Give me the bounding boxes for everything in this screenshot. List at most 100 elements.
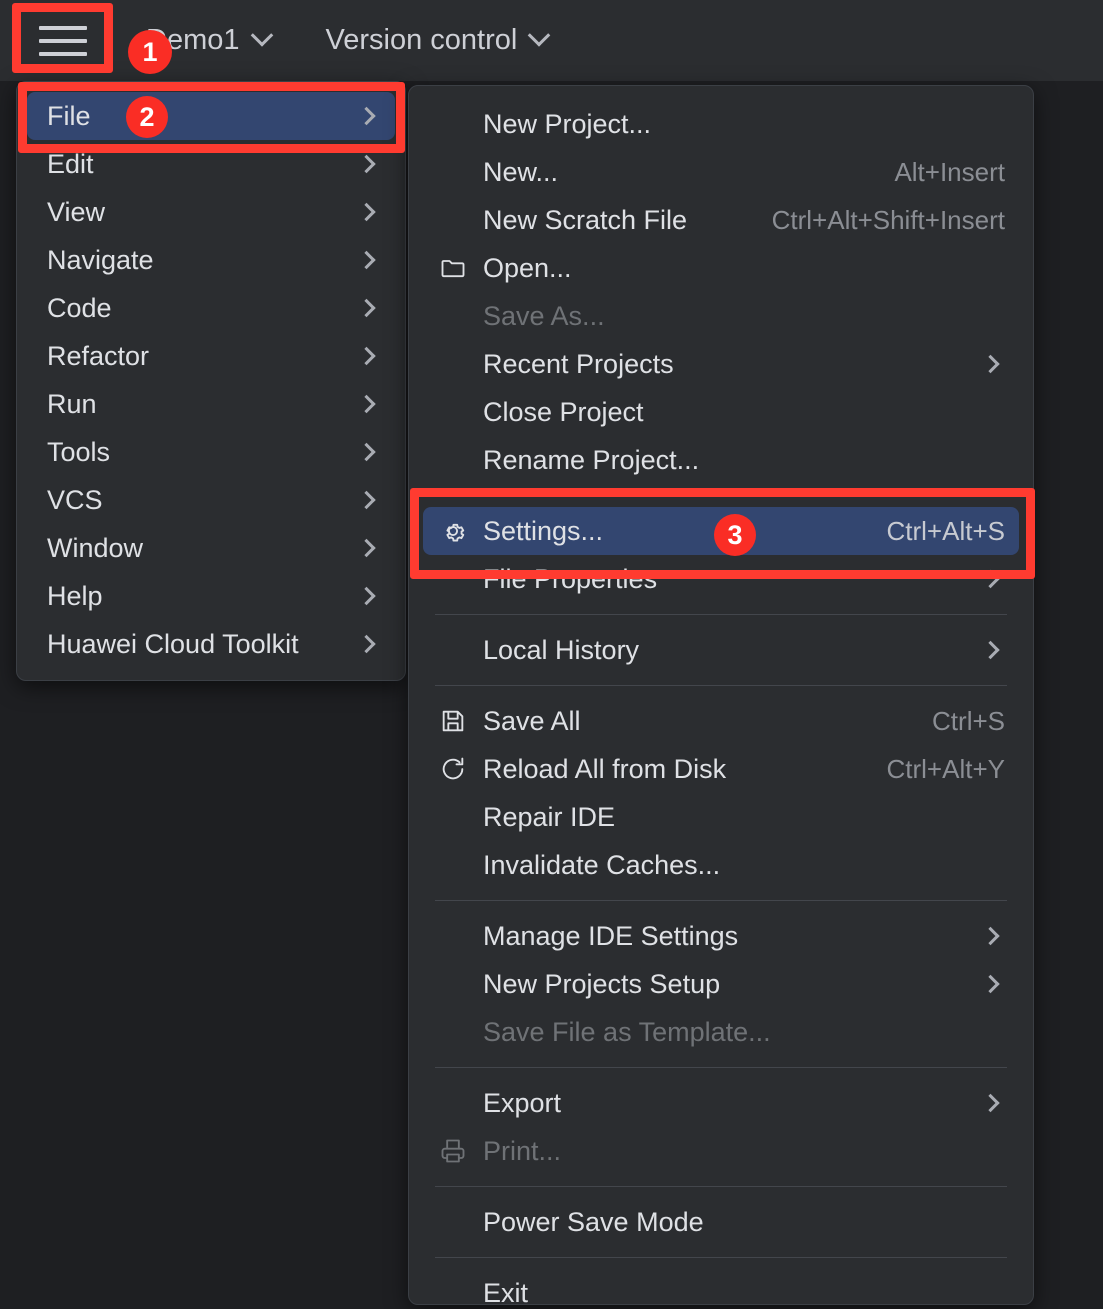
chevron-right-icon [357,155,375,173]
menu-item-label: New Projects Setup [483,969,720,1000]
main-menu-item-edit[interactable]: Edit [27,140,395,188]
menu-item-label: Save File as Template... [483,1017,771,1048]
menu-item-label: Edit [47,149,94,180]
menu-item-shortcut: Ctrl+Alt+Shift+Insert [772,205,1005,236]
main-menu-item-view[interactable]: View [27,188,395,236]
menu-item-label: View [47,197,105,228]
file-submenu-item-new-project[interactable]: New Project... [423,100,1019,148]
chevron-right-icon [981,570,999,588]
file-submenu-item-new-projects-setup[interactable]: New Projects Setup [423,960,1019,1008]
menu-item-label: Recent Projects [483,349,674,380]
menu-item-label: Help [47,581,103,612]
chevron-right-icon [357,491,375,509]
main-menu-item-huawei-cloud-toolkit[interactable]: Huawei Cloud Toolkit [27,620,395,668]
file-submenu-item-local-history[interactable]: Local History [423,626,1019,674]
menu-separator [435,1186,1007,1187]
file-submenu-item-print: Print... [423,1127,1019,1175]
chevron-right-icon [357,299,375,317]
menu-item-label: New Scratch File [483,205,687,236]
chevron-right-icon [981,927,999,945]
main-menu-item-help[interactable]: Help [27,572,395,620]
step-badge-3: 3 [714,514,756,556]
menu-separator [435,900,1007,901]
menu-separator [435,614,1007,615]
main-menu-item-window[interactable]: Window [27,524,395,572]
main-menu-item-code[interactable]: Code [27,284,395,332]
main-menu-item-navigate[interactable]: Navigate [27,236,395,284]
chevron-down-icon [528,24,551,47]
step-badge-2: 2 [126,96,168,138]
menu-separator [435,495,1007,496]
chevron-right-icon [357,203,375,221]
hamburger-line [39,52,87,56]
file-submenu-item-open[interactable]: Open... [423,244,1019,292]
menu-item-shortcut: Alt+Insert [894,157,1005,188]
menu-item-label: Run [47,389,97,420]
menu-item-shortcut: Ctrl+Alt+S [887,516,1006,547]
chevron-right-icon [357,347,375,365]
main-menu-panel: File Edit View Navigate Code Refactor Run Tools… [16,81,406,681]
save-icon [439,707,473,735]
menu-separator [435,1067,1007,1068]
chevron-right-icon [357,443,375,461]
file-submenu-item-save-as: Save As... [423,292,1019,340]
step-badge-1: 1 [128,30,172,74]
chevron-down-icon [250,24,273,47]
main-menu-item-run[interactable]: Run [27,380,395,428]
file-submenu-item-export[interactable]: Export [423,1079,1019,1127]
menu-item-label: Refactor [47,341,149,372]
file-submenu-item-power-save-mode[interactable]: Power Save Mode [423,1198,1019,1246]
version-control-label: Version control [326,24,518,57]
ide-window: Demo1 Version control FileEditViewNaviga… [0,0,1103,1309]
file-submenu-item-save-all[interactable]: Save AllCtrl+S [423,697,1019,745]
file-submenu-item-manage-ide-settings[interactable]: Manage IDE Settings [423,912,1019,960]
file-submenu-panel: New Project...New...Alt+InsertNew Scratc… [408,85,1034,1305]
file-submenu-item-reload-all-from-disk[interactable]: Reload All from DiskCtrl+Alt+Y [423,745,1019,793]
menu-item-label: Navigate [47,245,154,276]
hamburger-menu-button[interactable] [22,15,104,67]
file-submenu-item-save-file-as-template: Save File as Template... [423,1008,1019,1056]
menu-item-label: Exit [483,1278,528,1309]
menu-item-label: VCS [47,485,103,516]
chevron-right-icon [357,635,375,653]
menu-item-label: Power Save Mode [483,1207,704,1238]
printer-icon [439,1137,473,1165]
menu-item-label: Manage IDE Settings [483,921,738,952]
chevron-right-icon [981,1094,999,1112]
file-submenu-item-new[interactable]: New...Alt+Insert [423,148,1019,196]
menu-separator [435,1257,1007,1258]
menu-item-label: File Properties [483,564,657,595]
menu-item-label: Invalidate Caches... [483,850,720,881]
main-menu-item-vcs[interactable]: VCS [27,476,395,524]
version-control-widget[interactable]: Version control [310,15,564,67]
file-submenu-item-new-scratch-file[interactable]: New Scratch File Ctrl+Alt+Shift+Insert [423,196,1019,244]
file-submenu-item-recent-projects[interactable]: Recent Projects [423,340,1019,388]
menu-item-label: Rename Project... [483,445,699,476]
menu-item-label: Huawei Cloud Toolkit [47,629,299,660]
file-submenu-item-rename-project[interactable]: Rename Project... [423,436,1019,484]
file-submenu-item-exit[interactable]: Exit [423,1269,1019,1309]
menu-item-label: Export [483,1088,561,1119]
chevron-right-icon [357,395,375,413]
menu-item-label: Local History [483,635,639,666]
hamburger-line [39,39,87,43]
menu-item-label: Close Project [483,397,644,428]
main-menu-item-tools[interactable]: Tools [27,428,395,476]
menu-item-label: Code [47,293,112,324]
menu-item-label: New Project... [483,109,651,140]
menu-item-label: Reload All from Disk [483,754,726,785]
file-submenu-item-file-properties[interactable]: File Properties [423,555,1019,603]
menu-item-label: File [47,101,91,132]
chevron-right-icon [357,539,375,557]
file-submenu-item-repair-ide[interactable]: Repair IDE [423,793,1019,841]
file-submenu-item-close-project[interactable]: Close Project [423,388,1019,436]
main-menu-item-file[interactable]: File [27,92,395,140]
menu-item-label: Open... [483,253,572,284]
folder-icon [439,254,473,282]
chevron-right-icon [981,355,999,373]
chevron-right-icon [981,641,999,659]
chevron-right-icon [357,251,375,269]
file-submenu-item-invalidate-caches[interactable]: Invalidate Caches... [423,841,1019,889]
main-menu-item-refactor[interactable]: Refactor [27,332,395,380]
menu-item-label: Save All [483,706,581,737]
